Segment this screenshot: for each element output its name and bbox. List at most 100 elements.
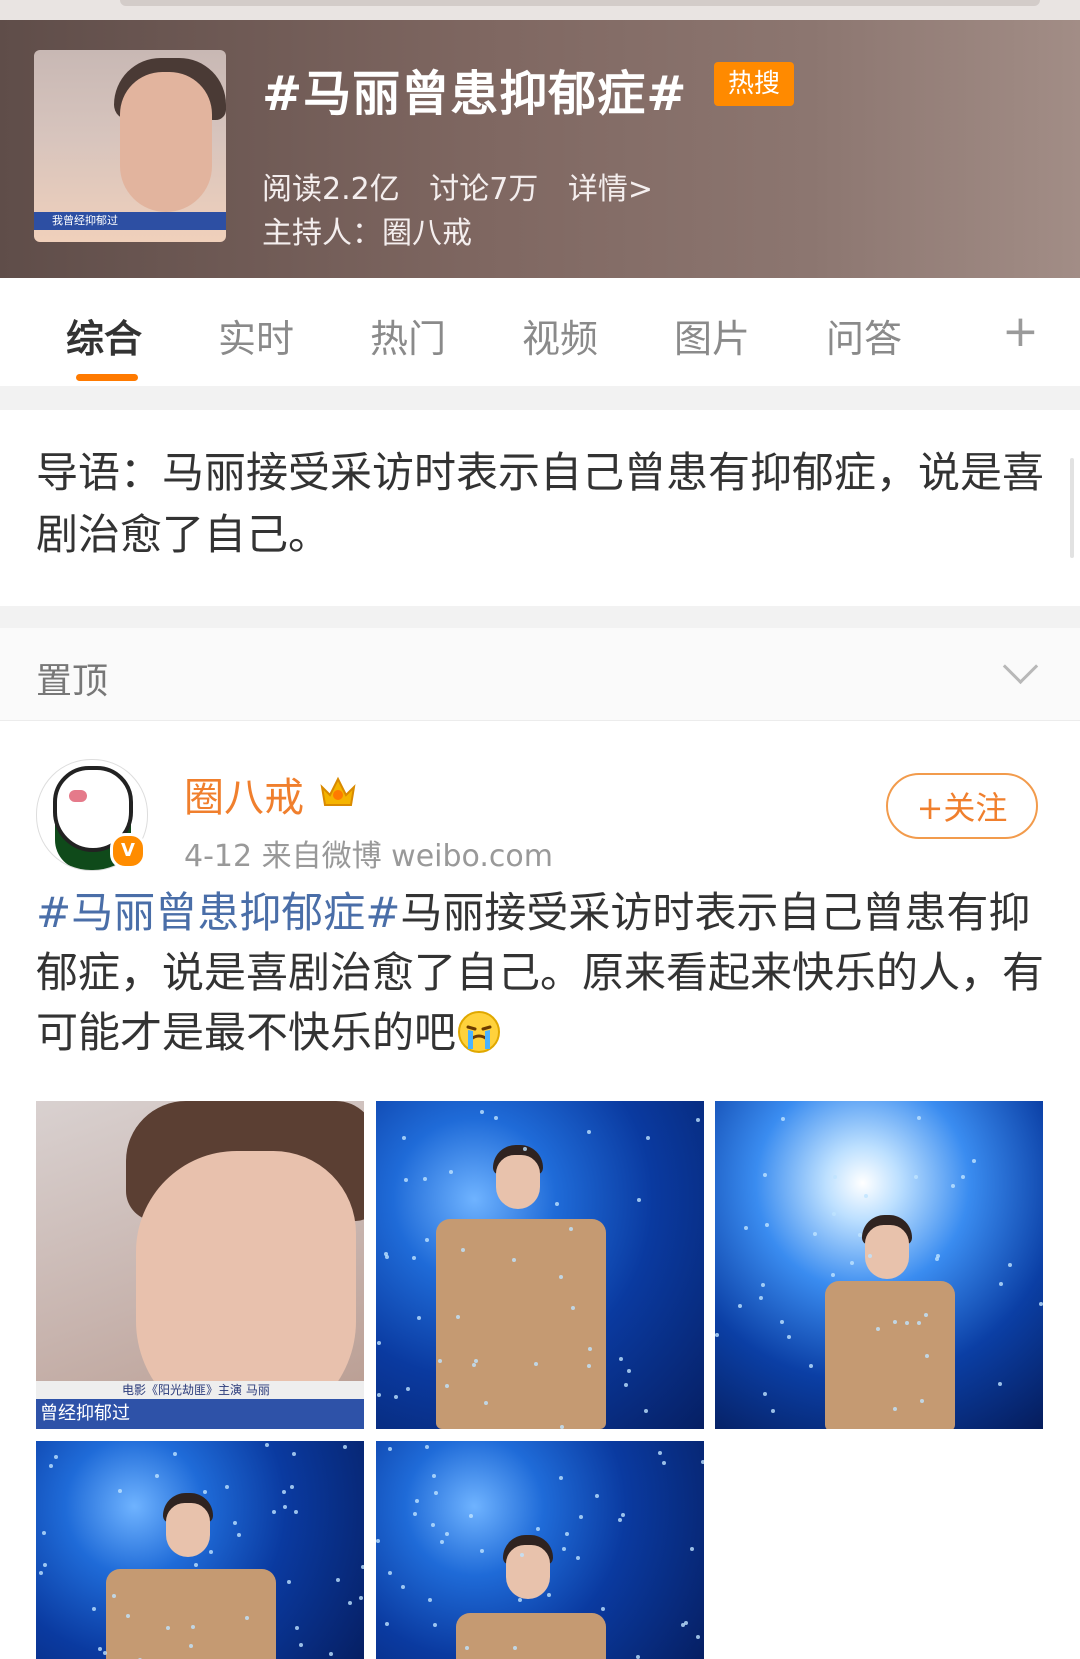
- topic-host[interactable]: 主持人：圈八戒: [262, 208, 472, 252]
- thumbnail-caption: 我曾经抑郁过: [34, 212, 226, 230]
- stage-sparkle: [480, 1549, 484, 1553]
- stage-sparkle: [569, 1227, 573, 1231]
- stage-sparkle: [520, 1553, 524, 1557]
- stage-sparkle: [696, 1635, 700, 1639]
- stage-sparkle: [690, 1547, 694, 1551]
- stage-sparkle: [595, 1494, 599, 1498]
- stage-sparkle: [621, 1513, 625, 1517]
- photo-caption: 曾经抑郁过: [36, 1399, 364, 1429]
- stage-sparkle: [112, 1594, 116, 1598]
- hashtag-link[interactable]: #马丽曾患抑郁症#: [36, 888, 400, 937]
- stage-sparkle: [294, 1510, 298, 1514]
- stage-sparkle: [644, 1409, 648, 1413]
- active-tab-indicator: [76, 374, 138, 381]
- stage-sparkle: [565, 1532, 569, 1536]
- stage-sparkle: [759, 1296, 763, 1300]
- stage-sparkle: [518, 1598, 522, 1602]
- stage-sparkle: [461, 1248, 465, 1252]
- stage-sparkle: [126, 1614, 130, 1618]
- stage-sparkle: [173, 1452, 177, 1456]
- post-photo-2[interactable]: [376, 1101, 704, 1429]
- stage-sparkle: [388, 1571, 392, 1575]
- stage-sparkle: [432, 1474, 436, 1478]
- stage-sparkle: [523, 1147, 527, 1151]
- stage-sparkle: [359, 1596, 363, 1600]
- stage-sparkle: [299, 1643, 303, 1647]
- verified-icon: V: [110, 833, 146, 869]
- author-name[interactable]: 圈八戒: [184, 765, 304, 823]
- stage-sparkle: [449, 1170, 453, 1174]
- stage-sparkle: [388, 1447, 392, 1451]
- details-link[interactable]: 详情>: [568, 172, 653, 207]
- stage-sparkle: [562, 1547, 566, 1551]
- stage-sparkle: [103, 1651, 107, 1655]
- tab-realtime[interactable]: 实时: [218, 308, 294, 363]
- stage-sparkle: [512, 1258, 516, 1262]
- stage-sparkle: [377, 1393, 381, 1397]
- stage-sparkle: [601, 1607, 605, 1611]
- stage-sparkle: [809, 1364, 813, 1368]
- stage-sparkle: [588, 1347, 592, 1351]
- stage-sparkle: [780, 1320, 784, 1324]
- read-count: 阅读2.2亿: [262, 172, 400, 207]
- tab-hot[interactable]: 热门: [370, 308, 446, 363]
- stage-sparkle: [763, 1173, 767, 1177]
- stage-sparkle: [832, 1212, 836, 1216]
- post-photo-5[interactable]: [376, 1441, 704, 1659]
- stage-sparkle: [225, 1485, 229, 1489]
- stage-sparkle: [329, 1652, 333, 1656]
- stage-sparkle: [406, 1387, 410, 1391]
- post-photo-4[interactable]: [36, 1441, 364, 1659]
- pinned-section[interactable]: 置顶: [0, 628, 1080, 721]
- tab-pictures[interactable]: 图片: [674, 308, 750, 363]
- stage-sparkle: [560, 1425, 564, 1429]
- stage-sparkle: [295, 1626, 299, 1630]
- stage-sparkle: [547, 1593, 551, 1597]
- stage-sparkle: [935, 1257, 939, 1261]
- stage-sparkle: [536, 1527, 540, 1531]
- stage-sparkle: [49, 1464, 53, 1468]
- stage-sparkle: [425, 1445, 429, 1449]
- stage-sparkle: [771, 1409, 775, 1413]
- stage-sparkle: [765, 1223, 769, 1227]
- stage-sparkle: [287, 1580, 291, 1584]
- follow-button[interactable]: +关注: [886, 773, 1038, 839]
- stage-sparkle: [681, 1623, 685, 1627]
- stage-sparkle: [413, 1512, 417, 1516]
- stage-sparkle: [433, 1623, 437, 1627]
- post-photo-3[interactable]: [715, 1101, 1043, 1429]
- stage-sparkle: [472, 1363, 476, 1367]
- stage-sparkle: [237, 1533, 241, 1537]
- chevron-down-icon[interactable]: [1003, 649, 1038, 684]
- tab-video[interactable]: 视频: [522, 308, 598, 363]
- stage-sparkle: [715, 1333, 719, 1337]
- stage-sparkle: [272, 1510, 276, 1514]
- stage-sparkle: [924, 1313, 928, 1317]
- plus-icon[interactable]: +: [1002, 306, 1039, 357]
- stage-sparkle: [423, 1177, 427, 1181]
- stage-sparkle: [431, 1523, 435, 1527]
- stage-sparkle: [831, 1273, 835, 1277]
- stage-sparkle: [893, 1407, 897, 1411]
- stage-sparkle: [951, 1184, 955, 1188]
- search-bar-edge[interactable]: [120, 0, 1040, 6]
- stage-sparkle: [92, 1607, 96, 1611]
- stage-sparkle: [283, 1505, 287, 1509]
- post-body: #马丽曾患抑郁症#马丽接受采访时表示自己曾患有抑郁症，说是喜剧治愈了自己。原来看…: [36, 883, 1046, 1063]
- stage-sparkle: [571, 1306, 575, 1310]
- tab-qa[interactable]: 问答: [826, 308, 902, 363]
- top-search-remnant: [0, 0, 1080, 20]
- post-meta: 4-12 来自微博 weibo.com: [184, 831, 553, 875]
- crying-emoji-icon: [456, 1009, 502, 1055]
- tab-comprehensive[interactable]: 综合: [66, 308, 142, 363]
- stage-sparkle: [618, 1518, 622, 1522]
- stage-sparkle: [412, 1256, 416, 1260]
- topic-stats: 阅读2.2亿 讨论7万 详情>: [262, 164, 673, 208]
- discussion-count: 讨论7万: [429, 172, 538, 207]
- post-photo-1[interactable]: 电影《阳光劫匪》主演 马丽 曾经抑郁过: [36, 1101, 364, 1429]
- tab-bar: 综合 实时 热门 视频 图片 问答 +: [0, 278, 1080, 386]
- stage-sparkle: [469, 1514, 473, 1518]
- stage-sparkle: [282, 1490, 286, 1494]
- stage-sparkle: [1008, 1263, 1012, 1267]
- topic-thumbnail[interactable]: 我曾经抑郁过: [34, 50, 226, 242]
